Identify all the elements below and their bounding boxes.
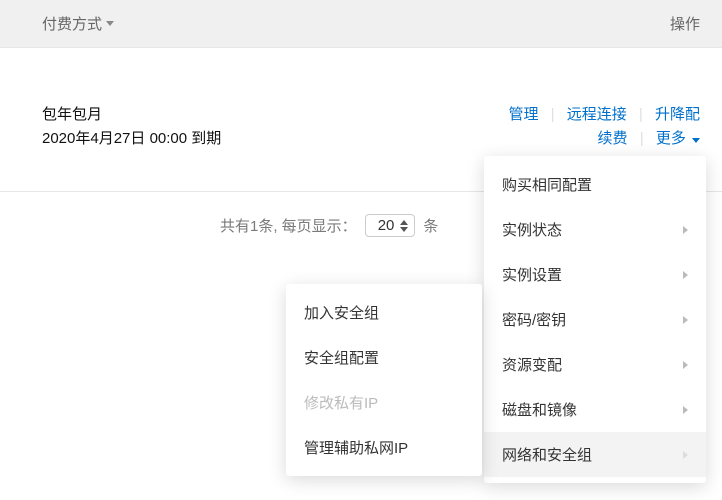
menu-disk-image[interactable]: 磁盘和镜像: [484, 387, 706, 432]
separator: |: [640, 130, 644, 147]
network-security-submenu: 加入安全组 安全组配置 修改私有IP 管理辅助私网IP: [286, 284, 482, 476]
menu-label: 修改私有IP: [304, 392, 378, 413]
menu-instance-settings[interactable]: 实例设置: [484, 252, 706, 297]
billing-info: 包年包月 2020年4月27日 00:00 到期: [42, 103, 221, 151]
remote-connect-link[interactable]: 远程连接: [567, 106, 627, 123]
billing-type: 包年包月: [42, 103, 221, 127]
menu-label: 实例状态: [502, 219, 562, 240]
menu-label: 购买相同配置: [502, 174, 592, 195]
submenu-modify-private-ip: 修改私有IP: [286, 380, 482, 425]
menu-label: 管理辅助私网IP: [304, 437, 408, 458]
pagination-total: 共有1条, 每页显示：: [220, 215, 357, 236]
expiry-date: 2020年4月27日 00:00 到期: [42, 127, 221, 151]
chevron-right-icon: [683, 271, 688, 279]
submenu-join-security-group[interactable]: 加入安全组: [286, 290, 482, 335]
renew-link[interactable]: 续费: [598, 130, 628, 147]
submenu-security-group-config[interactable]: 安全组配置: [286, 335, 482, 380]
chevron-right-icon: [683, 406, 688, 414]
menu-label: 磁盘和镜像: [502, 399, 577, 420]
payment-method-label: 付费方式: [42, 13, 102, 34]
menu-label: 资源变配: [502, 354, 562, 375]
menu-instance-status[interactable]: 实例状态: [484, 207, 706, 252]
upgrade-link[interactable]: 升降配: [655, 106, 700, 123]
menu-label: 加入安全组: [304, 302, 379, 323]
page-size-value: 20: [378, 217, 395, 234]
submenu-manage-private-ip[interactable]: 管理辅助私网IP: [286, 425, 482, 470]
chevron-right-icon: [683, 361, 688, 369]
menu-network-security[interactable]: 网络和安全组: [484, 432, 706, 477]
menu-label: 网络和安全组: [502, 444, 592, 465]
more-link[interactable]: 更多: [656, 130, 700, 147]
menu-label: 密码/密钥: [502, 309, 566, 330]
manage-link[interactable]: 管理: [508, 106, 538, 123]
pagination-unit: 条: [423, 215, 438, 236]
more-menu: 购买相同配置 实例状态 实例设置 密码/密钥 资源变配 磁盘和镜像 网络和安全组: [484, 156, 706, 483]
menu-buy-same-config[interactable]: 购买相同配置: [484, 162, 706, 207]
table-header: 付费方式 操作: [0, 0, 722, 48]
menu-label: 实例设置: [502, 264, 562, 285]
page-size-stepper[interactable]: 20: [365, 214, 416, 237]
stepper-arrows-icon: [400, 220, 408, 232]
menu-resource-change[interactable]: 资源变配: [484, 342, 706, 387]
payment-method-header[interactable]: 付费方式: [42, 13, 114, 34]
chevron-right-icon: [683, 451, 688, 459]
caret-down-icon: [692, 138, 700, 143]
chevron-right-icon: [683, 226, 688, 234]
row-actions: 管理 | 远程连接 | 升降配 续费 | 更多: [508, 103, 700, 151]
actions-column-header: 操作: [670, 13, 700, 34]
chevron-right-icon: [683, 316, 688, 324]
caret-down-icon: [106, 21, 114, 26]
separator: |: [639, 106, 643, 123]
menu-password-key[interactable]: 密码/密钥: [484, 297, 706, 342]
more-label: 更多: [656, 130, 686, 147]
separator: |: [551, 106, 555, 123]
menu-label: 安全组配置: [304, 347, 379, 368]
